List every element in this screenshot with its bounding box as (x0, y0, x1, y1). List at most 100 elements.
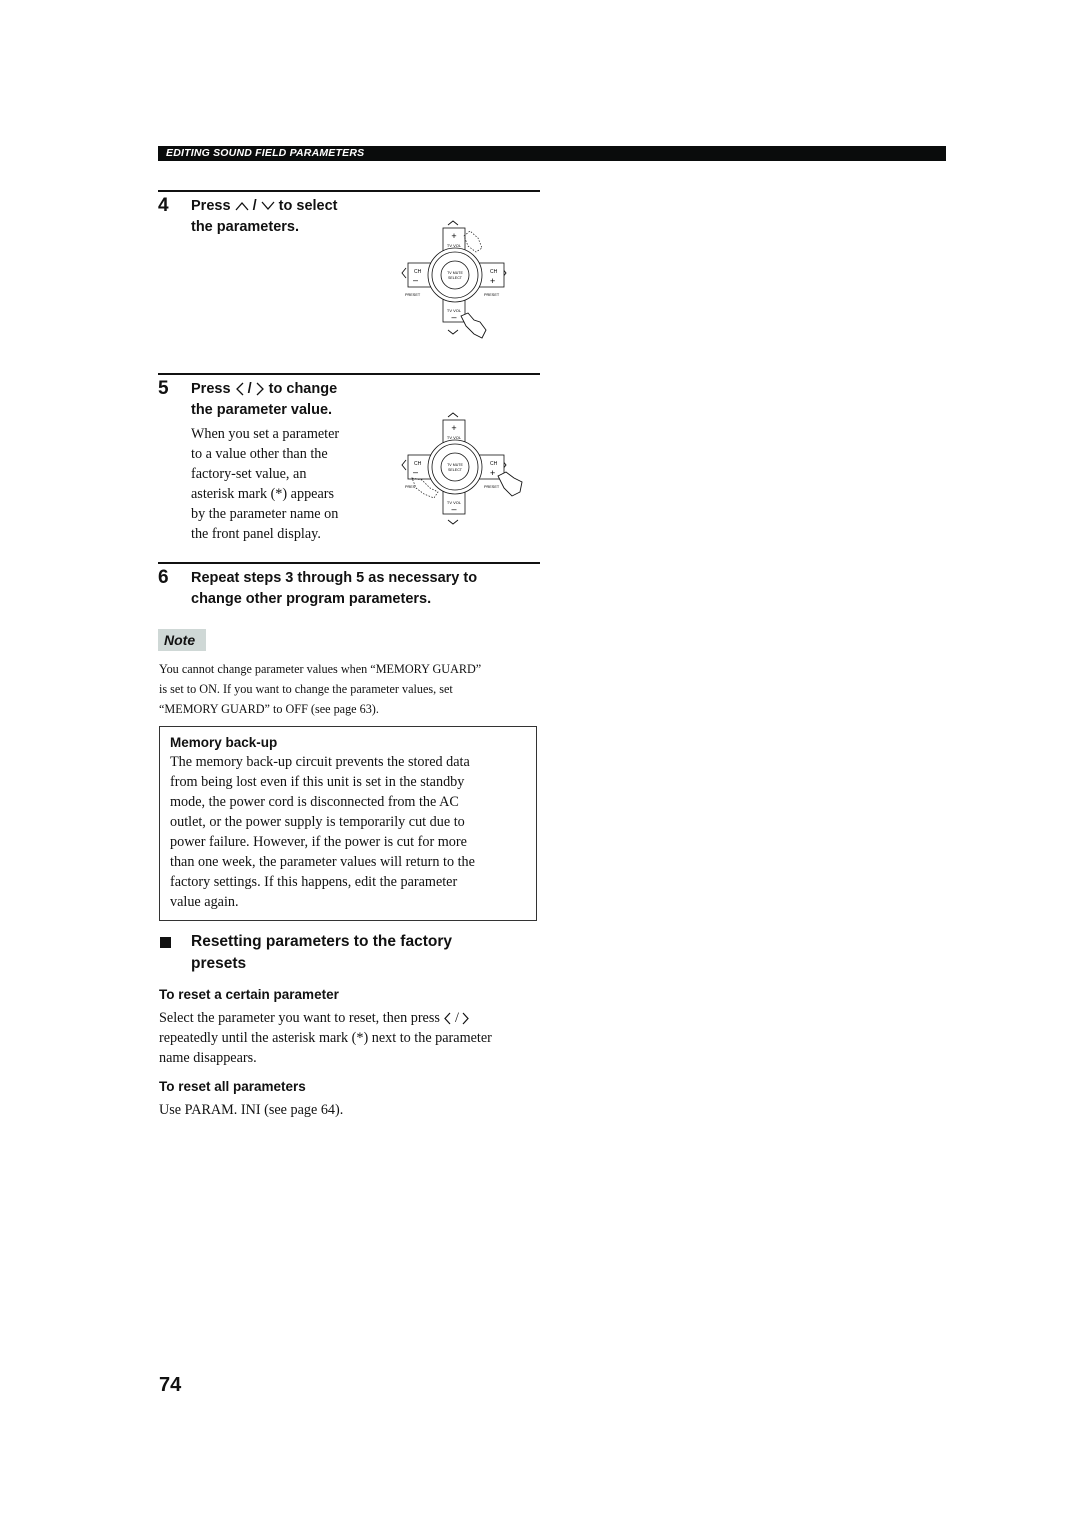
step-5-body-line: to a value other than the (191, 446, 328, 462)
remote-label: + (451, 423, 456, 433)
left-arrow-icon (401, 267, 407, 279)
remote-label: PRESET (405, 293, 421, 297)
remote-label: TV VOL (447, 435, 462, 440)
memory-backup-line: factory settings. If this happens, edit … (170, 874, 458, 890)
up-chevron-icon (235, 202, 249, 211)
section-bullet-icon (160, 937, 171, 948)
remote-label: TV MUTE (447, 463, 463, 467)
memory-backup-line: The memory back-up circuit prevents the … (170, 754, 470, 770)
step-5-body: When you set a parameter to a value othe… (191, 424, 391, 544)
remote-label: – (413, 275, 418, 285)
remote-label: + (490, 468, 495, 478)
reset-certain-body: Select the parameter you want to reset, … (159, 1008, 559, 1068)
reset-all-title: To reset all parameters (159, 1079, 306, 1094)
step-4-rule (158, 190, 540, 192)
reset-certain-line: repeatedly until the asterisk mark (*) n… (159, 1030, 492, 1046)
left-arrow-icon (401, 459, 407, 471)
remote-label: SELECT (448, 468, 463, 472)
memory-backup-line: power failure. However, if the power is … (170, 834, 467, 850)
pressing-hand-icon (460, 312, 487, 339)
reset-section-title: Resetting parameters to the factory pres… (191, 931, 551, 975)
remote-label: CH (490, 461, 498, 467)
step-5-title-pre: Press (191, 381, 231, 397)
remote-label: – (451, 312, 456, 322)
right-chevron-icon (256, 382, 264, 396)
reset-certain-line1: Select the parameter you want to reset, … (159, 1010, 440, 1026)
remote-diagram-step-4: + TV VOL TV MUTE SELECT CH – CH + PRESET… (398, 218, 514, 344)
memory-backup-line: mode, the power cord is disconnected fro… (170, 794, 459, 810)
memory-backup-line: from being lost even if this unit is set… (170, 774, 465, 790)
left-chevron-icon (235, 382, 244, 396)
step-4-title-pre: Press (191, 198, 231, 214)
left-chevron-icon (444, 1012, 451, 1025)
down-chevron-icon (261, 201, 275, 211)
step-5-body-line: the front panel display. (191, 526, 321, 542)
section-header-title: EDITING SOUND FIELD PARAMETERS (166, 147, 365, 159)
step-6-title-line: Repeat steps 3 through 5 as necessary to (191, 570, 478, 586)
step-5-title-post: to change (268, 381, 338, 397)
reset-certain-line: name disappears. (159, 1050, 257, 1066)
step-4-title-post: to select (278, 198, 338, 214)
hand-ghost-icon (463, 230, 483, 253)
step-6-rule (158, 562, 540, 564)
step-5-title-line2: the parameter value. (191, 402, 333, 418)
step-6-number: 6 (158, 567, 169, 588)
remote-cursor-pad: + TV VOL TV MUTE SELECT CH – CH + PRESET… (401, 220, 507, 339)
step-5-title: Press / to change the parameter value. (191, 379, 401, 421)
step-5-number: 5 (158, 378, 169, 399)
remote-label: SELECT (448, 276, 463, 280)
step-4-title: Press / to select the parameters. (191, 196, 391, 238)
memory-backup-box: Memory back-up The memory back-up circui… (159, 726, 537, 921)
remote-label: TV MUTE (447, 271, 463, 275)
reset-section-title-line: Resetting parameters to the factory (191, 933, 452, 950)
reset-certain-title: To reset a certain parameter (159, 987, 339, 1002)
memory-backup-line: than one week, the parameter values will… (170, 854, 475, 870)
step-5-body-line: factory-set value, an (191, 466, 307, 482)
remote-cursor-pad: + TV VOL TV MUTE SELECT CH – CH + PRES P… (401, 412, 523, 525)
step-4-title-line2: the parameters. (191, 219, 299, 235)
remote-label: TV VOL (447, 243, 462, 248)
down-arrow-icon (447, 329, 459, 335)
memory-backup-body: The memory back-up circuit prevents the … (170, 752, 540, 912)
reset-section-title-line: presets (191, 955, 247, 972)
reset-all-body: Use PARAM. INI (see page 64). (159, 1102, 344, 1118)
memory-backup-title: Memory back-up (170, 735, 278, 750)
step-5-body-line: asterisk mark (*) appears (191, 486, 334, 502)
remote-label: PRESET (484, 485, 500, 489)
section-header-bar: EDITING SOUND FIELD PARAMETERS (158, 146, 946, 161)
remote-label: – (451, 504, 456, 514)
reset-certain-slash: / (454, 1010, 459, 1026)
page-number: 74 (159, 1374, 182, 1396)
select-button (440, 260, 470, 290)
note-line: “MEMORY GUARD” to OFF (see page 63). (159, 702, 379, 716)
remote-label: + (451, 231, 456, 241)
remote-label: + (490, 276, 495, 286)
remote-label: PRESET (484, 293, 500, 297)
step-4-number: 4 (158, 195, 169, 216)
pressing-hand-icon (497, 471, 523, 497)
down-arrow-icon (447, 519, 459, 525)
select-button (440, 452, 470, 482)
step-4-title-slash: / (252, 198, 257, 214)
note-line: is set to ON. If you want to change the … (159, 682, 453, 696)
memory-backup-line: outlet, or the power supply is temporari… (170, 814, 465, 830)
right-chevron-icon (463, 1012, 470, 1025)
step-6-title-line: change other program parameters. (191, 591, 432, 607)
remote-label: – (413, 467, 418, 477)
step-5-title-slash: / (247, 381, 252, 397)
note-line: You cannot change parameter values when … (159, 662, 482, 676)
note-badge: Note (158, 629, 206, 651)
remote-label: PRES (405, 485, 416, 489)
step-5-body-line: When you set a parameter (191, 426, 340, 442)
remote-diagram-step-5: + TV VOL TV MUTE SELECT CH – CH + PRES P… (398, 408, 528, 534)
memory-backup-line: value again. (170, 894, 239, 910)
step-6-title: Repeat steps 3 through 5 as necessary to… (191, 568, 551, 610)
up-arrow-icon (447, 220, 459, 226)
up-arrow-icon (447, 412, 459, 418)
note-label: Note (164, 632, 196, 648)
step-5-body-line: by the parameter name on (191, 506, 339, 522)
step-5-rule (158, 373, 540, 375)
remote-label: CH (490, 269, 498, 275)
note-text: You cannot change parameter values when … (159, 659, 559, 719)
reset-certain-line: Select the parameter you want to reset, … (159, 1008, 559, 1028)
